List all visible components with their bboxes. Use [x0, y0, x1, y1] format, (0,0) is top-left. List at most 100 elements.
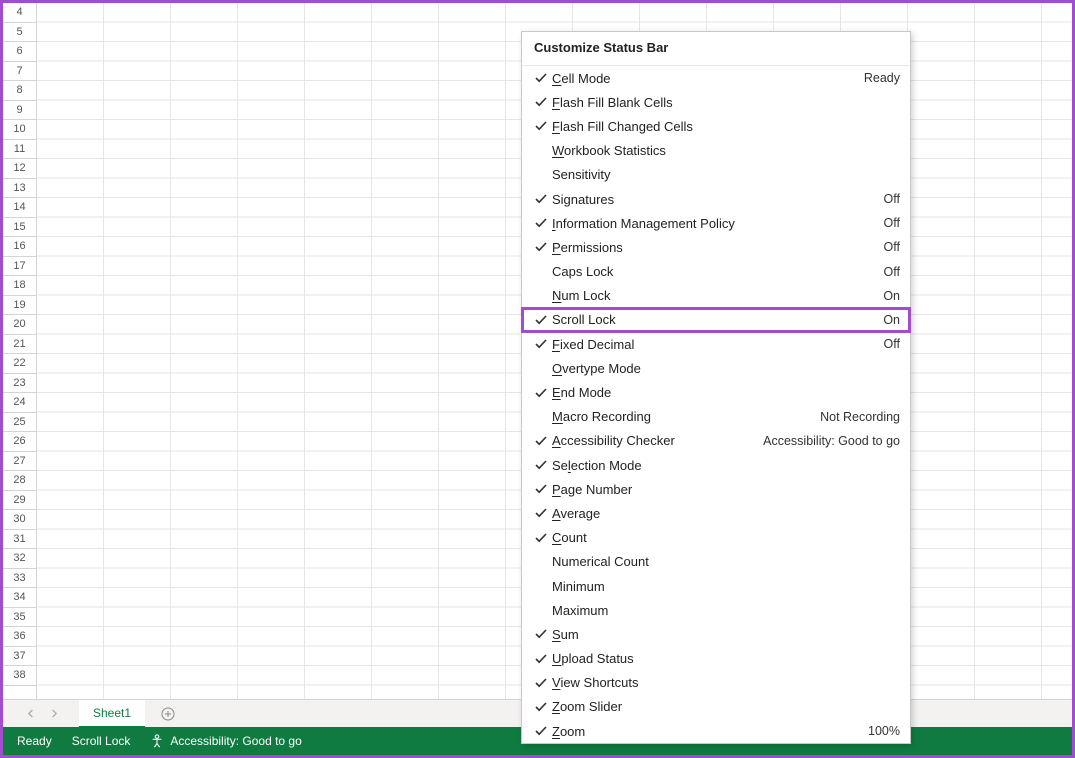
sheet-tab-active[interactable]: Sheet1: [79, 700, 145, 728]
menu-item-value: On: [883, 313, 900, 327]
next-sheet-button[interactable]: [45, 706, 61, 722]
menu-item-zoom[interactable]: Zoom100%: [522, 719, 910, 743]
row-header[interactable]: 8: [3, 81, 36, 101]
row-header[interactable]: 31: [3, 530, 36, 550]
menu-item-signatures[interactable]: SignaturesOff: [522, 187, 910, 211]
menu-item-page-number[interactable]: Page Number: [522, 477, 910, 501]
row-header[interactable]: 20: [3, 315, 36, 335]
row-header[interactable]: 13: [3, 179, 36, 199]
row-header[interactable]: 9: [3, 101, 36, 121]
menu-item-workbook-statistics[interactable]: Workbook Statistics: [522, 139, 910, 163]
menu-item-sensitivity[interactable]: Sensitivity: [522, 163, 910, 187]
row-header[interactable]: 22: [3, 354, 36, 374]
menu-item-average[interactable]: Average: [522, 501, 910, 525]
menu-item-end-mode[interactable]: End Mode: [522, 380, 910, 404]
menu-item-information-management-policy[interactable]: Information Management PolicyOff: [522, 211, 910, 235]
row-header[interactable]: 14: [3, 198, 36, 218]
menu-item-view-shortcuts[interactable]: View Shortcuts: [522, 671, 910, 695]
menu-item-selection-mode[interactable]: Selection Mode: [522, 453, 910, 477]
row-header[interactable]: 24: [3, 393, 36, 413]
menu-item-upload-status[interactable]: Upload Status: [522, 647, 910, 671]
check-icon: [530, 193, 552, 205]
check-icon: [530, 314, 552, 326]
check-icon: [530, 459, 552, 471]
menu-item-label: Page Number: [552, 482, 900, 497]
row-header[interactable]: 5: [3, 23, 36, 43]
menu-item-label: Maximum: [552, 603, 900, 618]
row-headers[interactable]: 4567891011121314151617181920212223242526…: [3, 3, 37, 699]
row-header[interactable]: 25: [3, 413, 36, 433]
row-header[interactable]: 7: [3, 62, 36, 82]
check-icon: [530, 532, 552, 544]
menu-item-label: Signatures: [552, 192, 884, 207]
row-header[interactable]: 33: [3, 569, 36, 589]
row-header[interactable]: 26: [3, 432, 36, 452]
menu-item-label: Scroll Lock: [552, 312, 883, 327]
check-icon: [530, 483, 552, 495]
row-header[interactable]: 28: [3, 471, 36, 491]
menu-item-flash-fill-changed-cells[interactable]: Flash Fill Changed Cells: [522, 114, 910, 138]
menu-item-value: Off: [884, 216, 900, 230]
check-icon: [530, 701, 552, 713]
menu-item-label: Zoom Slider: [552, 699, 900, 714]
row-header[interactable]: 6: [3, 42, 36, 62]
menu-item-zoom-slider[interactable]: Zoom Slider: [522, 695, 910, 719]
row-header[interactable]: 11: [3, 140, 36, 160]
menu-item-fixed-decimal[interactable]: Fixed DecimalOff: [522, 332, 910, 356]
menu-item-count[interactable]: Count: [522, 526, 910, 550]
check-icon: [530, 338, 552, 350]
prev-sheet-button[interactable]: [23, 706, 39, 722]
row-header[interactable]: 10: [3, 120, 36, 140]
menu-item-label: Zoom: [552, 724, 868, 739]
menu-item-value: Off: [884, 192, 900, 206]
row-header[interactable]: 18: [3, 276, 36, 296]
menu-item-maximum[interactable]: Maximum: [522, 598, 910, 622]
row-header[interactable]: 36: [3, 627, 36, 647]
row-header[interactable]: 34: [3, 588, 36, 608]
row-header[interactable]: 29: [3, 491, 36, 511]
row-header[interactable]: 27: [3, 452, 36, 472]
menu-item-label: Flash Fill Blank Cells: [552, 95, 900, 110]
menu-item-value: Off: [884, 265, 900, 279]
menu-item-numerical-count[interactable]: Numerical Count: [522, 550, 910, 574]
menu-item-overtype-mode[interactable]: Overtype Mode: [522, 356, 910, 380]
check-icon: [530, 387, 552, 399]
menu-item-macro-recording[interactable]: Macro RecordingNot Recording: [522, 405, 910, 429]
status-accessibility[interactable]: Accessibility: Good to go: [150, 734, 301, 748]
row-header[interactable]: 30: [3, 510, 36, 530]
row-header[interactable]: 32: [3, 549, 36, 569]
menu-item-minimum[interactable]: Minimum: [522, 574, 910, 598]
chevron-left-icon: [27, 709, 36, 718]
row-header[interactable]: 23: [3, 374, 36, 394]
accessibility-icon: [150, 734, 164, 748]
row-header[interactable]: 35: [3, 608, 36, 628]
menu-item-sum[interactable]: Sum: [522, 622, 910, 646]
row-header[interactable]: 38: [3, 666, 36, 686]
check-icon: [530, 435, 552, 447]
menu-item-caps-lock[interactable]: Caps LockOff: [522, 260, 910, 284]
menu-item-label: Caps Lock: [552, 264, 884, 279]
menu-item-accessibility-checker[interactable]: Accessibility CheckerAccessibility: Good…: [522, 429, 910, 453]
row-header[interactable]: 4: [3, 3, 36, 23]
row-header[interactable]: 37: [3, 647, 36, 667]
row-header[interactable]: 21: [3, 335, 36, 355]
row-header[interactable]: 17: [3, 257, 36, 277]
new-sheet-button[interactable]: [157, 703, 179, 725]
menu-item-num-lock[interactable]: Num LockOn: [522, 284, 910, 308]
menu-item-label: Cell Mode: [552, 71, 864, 86]
menu-item-label: Information Management Policy: [552, 216, 884, 231]
check-icon: [530, 653, 552, 665]
row-header[interactable]: 16: [3, 237, 36, 257]
row-header[interactable]: 19: [3, 296, 36, 316]
menu-item-cell-mode[interactable]: Cell ModeReady: [522, 66, 910, 90]
menu-item-label: Selection Mode: [552, 458, 900, 473]
row-header[interactable]: 15: [3, 218, 36, 238]
menu-item-permissions[interactable]: PermissionsOff: [522, 235, 910, 259]
row-header[interactable]: 12: [3, 159, 36, 179]
check-icon: [530, 241, 552, 253]
menu-item-flash-fill-blank-cells[interactable]: Flash Fill Blank Cells: [522, 90, 910, 114]
menu-item-scroll-lock[interactable]: Scroll LockOn: [522, 308, 910, 332]
menu-item-label: View Shortcuts: [552, 675, 900, 690]
customize-status-bar-menu[interactable]: Customize Status Bar Cell ModeReadyFlash…: [521, 31, 911, 744]
check-icon: [530, 96, 552, 108]
